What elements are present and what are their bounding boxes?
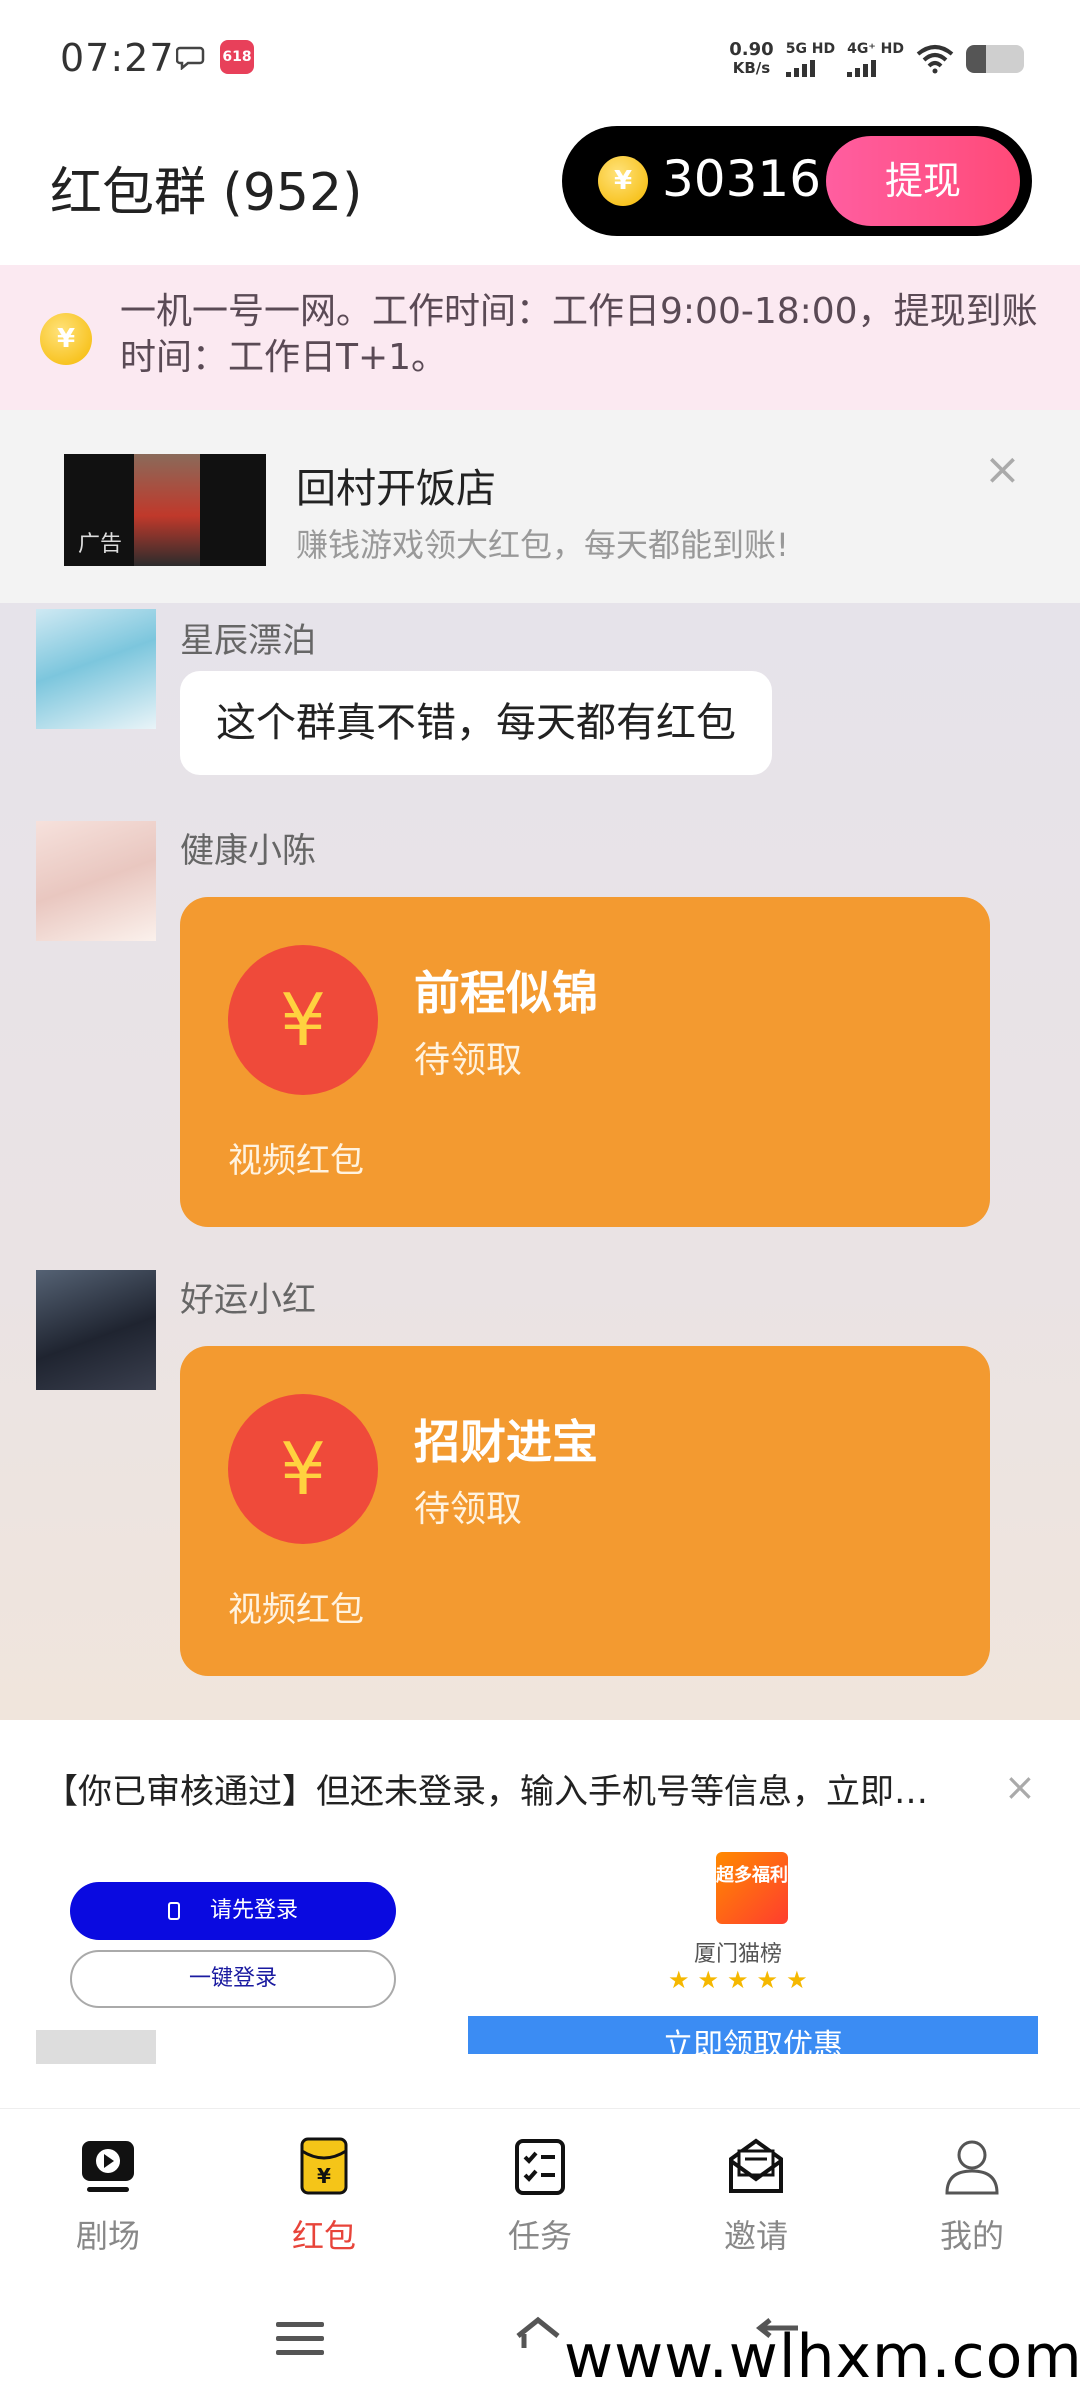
signal-5g: 5G HD [785,40,836,77]
promo-logo: 超多福利 [716,1852,788,1924]
nav-item-theater[interactable]: 剧场 [0,2109,216,2278]
battery-fill [966,45,987,73]
notice-text: 一机一号一网。工作时间：工作日9:00-18:00，提现到账时间：工作日T+1。 [120,291,1038,378]
red-packet[interactable]: ¥ 前程似锦 待领取 视频红包 [180,897,990,1227]
play-tv-icon [82,2141,134,2192]
red-packet[interactable]: ¥ 招财进宝 待领取 视频红包 [180,1346,990,1676]
sender-name: 星辰漂泊 [180,621,316,661]
balance-amount: 30316 [662,150,822,208]
net1-label: 5G HD [785,40,836,57]
chat-bubble-icon [176,46,205,70]
wifi-icon [916,45,954,74]
login-label: 请先登录 [209,1898,298,1923]
home-icon[interactable] [512,2314,564,2354]
ad-text: 【你已审核通过】但还未登录，输入手机号等信息，立即… [44,1772,928,1812]
app-notification-icon: 618 [220,40,254,74]
nav-item-redpacket[interactable]: ¥ 红包 [216,2109,432,2278]
nav-label: 我的 [939,2217,1004,2255]
status-time: 07:27 [60,36,175,80]
sender-name: 好运小红 [180,1280,316,1320]
withdraw-button[interactable]: 提现 [826,136,1020,226]
battery-icon [966,45,1024,73]
ad-tag-badge [36,2030,156,2064]
svg-text:¥: ¥ [317,2164,331,2188]
nav-item-me[interactable]: 我的 [864,2109,1080,2278]
page-title: 红包群 (952) [50,163,363,223]
login-button[interactable]: 请先登录 [70,1882,396,1940]
red-packet-status: 待领取 [414,1040,523,1081]
sender-name: 健康小陈 [180,831,316,871]
status-right: 0.90 KB/s 5G HD 4G⁺ HD [729,36,1024,82]
red-packet-title: 招财进宝 [414,1415,598,1469]
status-bar: 07:27 618 0.90 KB/s 5G HD 4G⁺ HD [0,0,1080,120]
promo-button[interactable]: 立即领取优惠 [468,2016,1038,2054]
quick-login-button[interactable]: 一键登录 [70,1950,396,2008]
header: 红包群 (952) ¥ 30316 提现 [0,120,1080,265]
avatar[interactable] [36,821,156,941]
coin-icon: ¥ [40,313,92,365]
yuan-icon: ¥ [228,1394,378,1544]
avatar[interactable] [36,1270,156,1390]
yuan-icon: ¥ [228,945,378,1095]
net2-label: 4G⁺ HD [847,40,904,57]
nav-label: 剧场 [75,2217,140,2255]
red-packet-type: 视频红包 [228,1590,364,1630]
nav-label: 邀请 [723,2217,788,2255]
bottom-ad[interactable]: 【你已审核通过】但还未登录，输入手机号等信息，立即… × 请先登录 一键登录 超… [36,1734,1044,2094]
red-packet-type: 视频红包 [228,1141,364,1181]
close-icon[interactable]: × [1004,1768,1036,1806]
close-icon[interactable]: × [984,448,1021,492]
user-icon [945,2140,999,2195]
ad-tag: 广告 [78,532,123,557]
rating-stars-icon: ★★★★★ [668,1966,816,1994]
coin-icon: ¥ [598,156,648,206]
balance-pill[interactable]: ¥ 30316 提现 [562,126,1032,236]
nav-item-invite[interactable]: 邀请 [648,2109,864,2278]
message-bubble[interactable]: 这个群真不错，每天都有红包 [180,671,772,775]
red-packet-status: 待领取 [414,1489,523,1530]
chat-area[interactable]: 星辰漂泊 这个群真不错，每天都有红包 健康小陈 ¥ 前程似锦 待领取 视频红包 … [0,603,1080,1720]
checklist-icon [515,2139,565,2195]
nav-label: 红包 [291,2217,356,2255]
watermark-text: www.wlhxm.com [564,2322,1080,2392]
ad-video-scene [134,454,200,566]
bottom-nav: 剧场 ¥ 红包 任务 邀请 我的 [0,2108,1080,2278]
notice-banner: ¥ 一机一号一网。工作时间：工作日9:00-18:00，提现到账时间：工作日T+… [0,265,1080,410]
nav-label: 任务 [507,2217,572,2255]
speed-unit: KB/s [732,59,771,77]
nav-item-tasks[interactable]: 任务 [432,2109,648,2278]
promo-name: 厦门猫榜 [694,1942,783,1967]
ad-title: 回村开饭店 [296,466,496,512]
signal-bars-icon [785,59,815,77]
phone-icon [167,1902,180,1920]
network-speed: 0.90 KB/s [729,40,773,78]
speed-value: 0.90 [729,39,774,60]
ad-subtitle: 赚钱游戏领大红包，每天都能到账! [296,526,789,564]
avatar[interactable] [36,609,156,729]
ad-thumbnail[interactable]: 广告 [64,454,266,566]
ad-banner[interactable]: 广告 回村开饭店 赚钱游戏领大红包，每天都能到账! × [0,410,1080,603]
signal-4g: 4G⁺ HD [847,42,904,77]
menu-icon[interactable] [276,2322,324,2358]
red-envelope-icon: ¥ [300,2137,348,2195]
mail-icon [729,2138,783,2193]
signal-bars-icon [847,59,877,77]
red-packet-title: 前程似锦 [414,966,598,1020]
